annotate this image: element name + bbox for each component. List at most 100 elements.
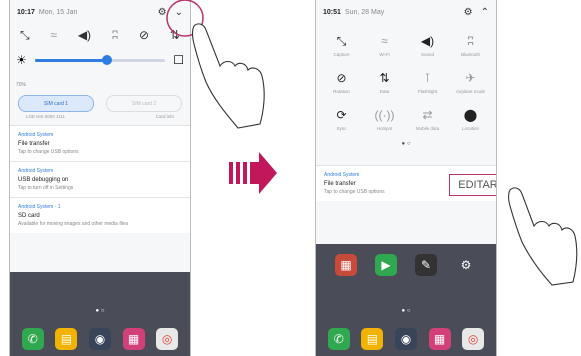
home-shortcuts: ▦ ▶ ✎ ⚙ xyxy=(316,254,496,276)
notification-panel: 10:17 Mon, 15 Jan ⚙ ⌄ ⤡ ≈ ◀) ʭ ⊘ ⇅ ☀ ☐ 7… xyxy=(10,0,190,272)
page-indicator-home: ● ○ xyxy=(401,308,411,314)
quick-tile[interactable]: ≈ Wi-Fi xyxy=(363,34,406,57)
app-dock: ✆ ▤ ◉ ▦ ◎ xyxy=(316,328,496,350)
chrome-app-icon[interactable]: ◎ xyxy=(156,328,179,350)
app-dock: ✆ ▤ ◉ ▦ ◎ xyxy=(10,328,190,350)
notification-item[interactable]: Android System · 1 SD card Available for… xyxy=(10,197,190,233)
quick-tile-label: Capture xyxy=(333,52,350,57)
gallery-app-icon[interactable]: ▦ xyxy=(428,328,451,350)
notification-item[interactable]: Android System File transfer Tap to chan… xyxy=(10,125,190,161)
phone-app-icon[interactable]: ✆ xyxy=(21,328,44,350)
status-date: Sun, 28 May xyxy=(344,8,385,16)
brightness-fill xyxy=(34,58,107,62)
quick-tile[interactable]: ʭ Bluetooth xyxy=(449,34,492,57)
sound-icon: ◀) xyxy=(420,34,435,48)
mobile-data-icon: ⇄ xyxy=(422,108,433,122)
notification-app: Android System xyxy=(18,168,54,174)
airplane-icon: ✈ xyxy=(465,71,476,85)
sync-icon: ⟳ xyxy=(336,108,347,122)
app-icon[interactable]: ▦ xyxy=(335,254,357,276)
brightness-percent: 70% xyxy=(16,82,27,88)
settings-app-icon[interactable]: ⚙ xyxy=(455,254,477,276)
notification-title: File transfer xyxy=(18,141,50,147)
quick-tile-label: Sound xyxy=(420,52,434,57)
hand-pointer-icon xyxy=(507,187,578,286)
notification-text: Tap to change USB options xyxy=(18,149,79,155)
quick-tile-label: Wi-Fi xyxy=(379,52,390,57)
quick-tile[interactable]: ⊘ Rotation xyxy=(320,71,363,94)
location-icon: ⬤ xyxy=(463,108,478,122)
status-time: 10:51 xyxy=(323,8,341,16)
quick-tile-label: Flashlight xyxy=(417,89,438,94)
quick-tile-label: Data xyxy=(379,89,390,94)
quick-tile[interactable]: ◀) Sound xyxy=(406,34,449,57)
page-indicator: ● ○ xyxy=(95,308,105,314)
notification-text: Available for moving images and other me… xyxy=(18,221,129,227)
status-bar: 10:51 Sun, 28 May ⚙ ⌃ xyxy=(316,0,496,24)
chevron-up-icon[interactable]: ⌃ xyxy=(481,7,489,18)
sound-icon[interactable]: ◀) xyxy=(78,28,91,43)
screen-rotate-icon[interactable]: ⤡ xyxy=(20,28,30,43)
phone-left: 10:17 Mon, 15 Jan ⚙ ⌄ ⤡ ≈ ◀) ʭ ⊘ ⇅ ☀ ☐ 7… xyxy=(9,0,191,356)
chrome-app-icon[interactable]: ◎ xyxy=(462,328,485,350)
screen-rotate-icon: ⤡ xyxy=(336,34,347,48)
quick-tile-label: Bluetooth xyxy=(460,52,480,57)
quick-tile[interactable]: ⇄ Mobile data xyxy=(406,108,449,131)
quick-tile[interactable]: ⇅ Data xyxy=(363,71,406,94)
sim-switcher: SIM card 1 SIM card 2 xyxy=(10,91,190,114)
bluetooth-icon[interactable]: ʭ xyxy=(112,28,118,43)
quick-tile-label: Mobile data xyxy=(415,126,440,131)
bluetooth-icon: ʭ xyxy=(467,34,474,48)
quick-tile-label: Rotation xyxy=(333,89,350,94)
flashlight-icon: ⊺ xyxy=(424,71,431,85)
sim1-button[interactable]: SIM card 1 xyxy=(18,95,94,112)
nfc-icon: ((·)) xyxy=(374,108,395,122)
quick-settings-panel: 10:51 Sun, 28 May ⚙ ⌃ ⤡ Capture ≈ Wi-Fi ◀) So… xyxy=(316,0,496,244)
quick-tile[interactable]: ((·)) Hotspot xyxy=(363,108,406,131)
quick-tile[interactable]: ⟳ Sync xyxy=(320,108,363,131)
quick-tile-label: Hotspot xyxy=(376,126,393,131)
data-icon: ⇅ xyxy=(379,71,390,85)
notification-text: Tap to turn off in Settings xyxy=(18,185,74,191)
brightness-row: ☀ ☐ xyxy=(10,47,190,73)
sim-subtitles: LGE test 0000 1111 Card info xyxy=(10,114,190,125)
notification-item[interactable]: Android System USB debugging on Tap to t… xyxy=(10,161,190,197)
brightness-slider[interactable] xyxy=(34,54,166,65)
quick-tile[interactable]: ⤡ Capture xyxy=(320,34,363,57)
sim2-sub: Card info xyxy=(155,114,174,119)
brightness-icon: ☀ xyxy=(16,53,27,67)
sim2-button[interactable]: SIM card 2 xyxy=(106,95,182,112)
arrow-right-icon xyxy=(229,152,277,194)
status-time: 10:17 xyxy=(17,8,35,16)
quick-tile[interactable]: ⬤ Location xyxy=(449,108,492,131)
do-not-disturb-icon: ⊘ xyxy=(336,71,347,85)
quick-tile[interactable]: ✈ Airplane mode xyxy=(449,71,492,94)
notification-app: Android System · 1 xyxy=(18,204,61,210)
quick-tile[interactable]: ⊺ Flashlight xyxy=(406,71,449,94)
quick-tile-label: Airplane mode xyxy=(455,89,486,94)
gallery-app-icon[interactable]: ▦ xyxy=(122,328,145,350)
pen-app-icon[interactable]: ✎ xyxy=(415,254,437,276)
brightness-knob[interactable] xyxy=(101,54,112,65)
edit-button[interactable]: EDITAR xyxy=(449,174,496,196)
hand-pointer-icon xyxy=(191,23,265,129)
notification-title: USB debugging on xyxy=(18,177,69,183)
notification-title: SD card xyxy=(18,213,40,219)
phone-right: 10:51 Sun, 28 May ⚙ ⌃ ⤡ Capture ≈ Wi-Fi ◀) So… xyxy=(315,0,497,356)
wifi-icon[interactable]: ≈ xyxy=(50,28,57,43)
do-not-disturb-icon[interactable]: ⊘ xyxy=(139,28,149,43)
brightness-sub: 70% xyxy=(10,73,190,91)
messages-app-icon[interactable]: ▤ xyxy=(55,328,78,350)
notification-app: Android System xyxy=(18,132,54,138)
status-date: Mon, 15 Jan xyxy=(38,8,78,16)
page-indicator: ● ○ xyxy=(401,141,411,147)
play-store-icon[interactable]: ▶ xyxy=(375,254,397,276)
phone-app-icon[interactable]: ✆ xyxy=(327,328,350,350)
quick-tile-label: Location xyxy=(461,126,479,131)
messages-app-icon[interactable]: ▤ xyxy=(361,328,384,350)
camera-app-icon[interactable]: ◉ xyxy=(394,328,417,350)
gear-icon[interactable]: ⚙ xyxy=(464,7,473,18)
quick-settings-grid: ⤡ Capture ≈ Wi-Fi ◀) Sound ʭ Bluetooth ⊘ Rotation… xyxy=(316,24,496,137)
camera-app-icon[interactable]: ◉ xyxy=(88,328,111,350)
sim1-sub: LGE test 0000 1111 xyxy=(26,114,66,119)
